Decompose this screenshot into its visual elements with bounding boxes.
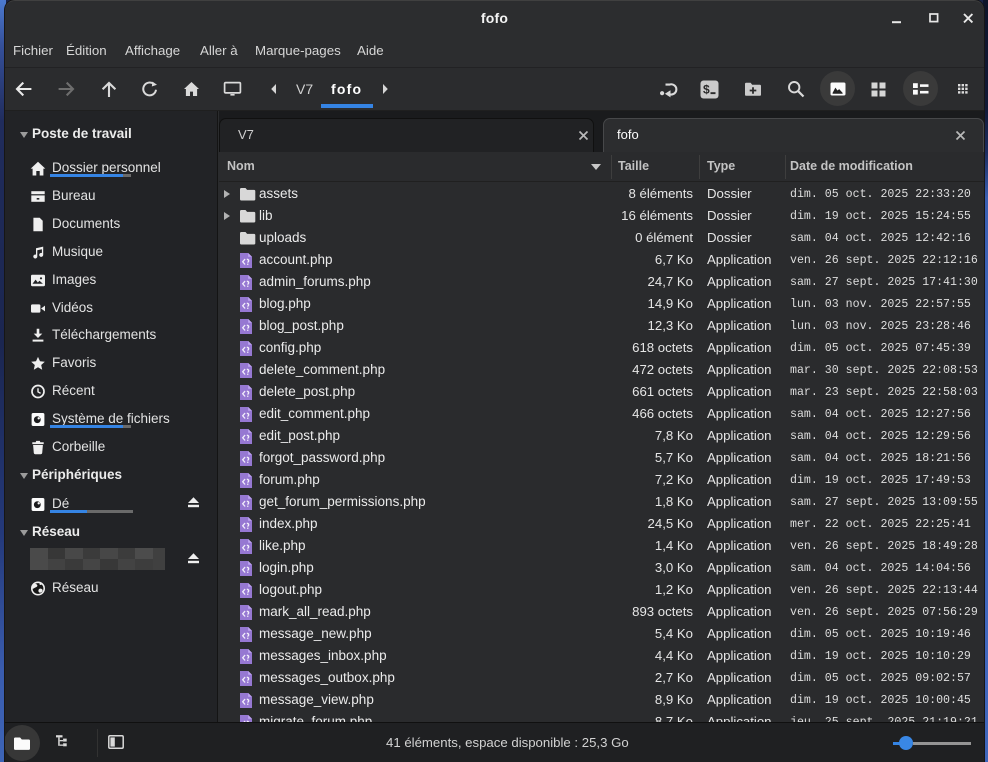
svg-text:$: $ — [703, 82, 710, 96]
